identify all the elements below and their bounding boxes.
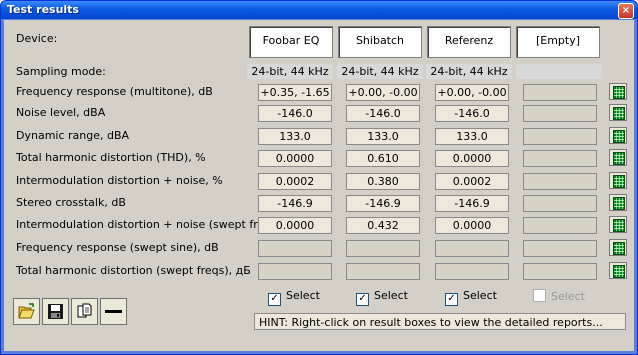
graph-icon [613, 242, 625, 255]
result-box[interactable]: 133.0 [258, 128, 332, 145]
checkbox-empty-icon [533, 289, 546, 302]
graph-button[interactable] [609, 216, 627, 233]
result-box[interactable]: 0.0000 [258, 150, 332, 167]
graph-icon [613, 265, 625, 278]
line-icon [105, 310, 122, 313]
result-box[interactable] [258, 263, 332, 280]
graph-button[interactable] [609, 127, 627, 144]
sampling-value-3: 24-bit, 44 kHz [426, 64, 512, 79]
graph-button[interactable] [609, 104, 627, 121]
graph-button[interactable] [609, 194, 627, 211]
row-label: Total harmonic distortion (swept freqs),… [16, 264, 251, 277]
result-box[interactable] [523, 263, 597, 280]
result-box[interactable]: -146.0 [346, 105, 420, 122]
copy-pages-icon [77, 303, 92, 318]
graph-icon [613, 107, 625, 120]
result-box[interactable] [346, 263, 420, 280]
result-box[interactable] [258, 240, 332, 257]
result-box[interactable]: 133.0 [346, 128, 420, 145]
row-label: Frequency response (swept sine), dB [16, 241, 219, 254]
separator-button[interactable] [100, 298, 127, 325]
sampling-value-4 [516, 64, 602, 79]
select-label: Select [286, 289, 320, 302]
result-box[interactable]: -146.0 [258, 105, 332, 122]
hint-text: HINT: Right-click on result boxes to vie… [254, 313, 626, 330]
device-box-3[interactable]: Referenz [427, 26, 511, 58]
select-checkbox[interactable]: ✓ Select [356, 289, 408, 306]
result-box[interactable] [346, 240, 420, 257]
result-box[interactable] [523, 240, 597, 257]
graph-icon [613, 219, 625, 232]
sampling-label: Sampling mode: [16, 65, 106, 78]
result-box[interactable] [523, 84, 597, 101]
copy-button[interactable] [71, 298, 98, 325]
checkmark-icon[interactable]: ✓ [356, 293, 369, 306]
result-box[interactable]: 0.432 [346, 217, 420, 234]
device-box-1[interactable]: Foobar EQ [249, 26, 333, 58]
checkmark-icon[interactable]: ✓ [268, 293, 281, 306]
result-box[interactable]: -146.9 [258, 195, 332, 212]
result-box[interactable] [435, 240, 509, 257]
result-box[interactable] [523, 105, 597, 122]
result-box[interactable] [523, 173, 597, 190]
graph-icon [613, 86, 625, 99]
row-label: Stereo crosstalk, dB [16, 196, 126, 209]
open-button[interactable] [13, 298, 40, 325]
row-label: Noise level, dBA [16, 106, 106, 119]
result-box[interactable]: -146.9 [435, 195, 509, 212]
save-icon [48, 304, 63, 319]
row-label: Intermodulation distortion + noise, % [16, 174, 223, 187]
window-title: Test results [7, 3, 79, 16]
save-button[interactable] [42, 298, 69, 325]
graph-icon [613, 152, 625, 165]
client-area: Device: Foobar EQ Shibatch Referenz [Emp… [4, 20, 634, 351]
graph-button[interactable] [609, 239, 627, 256]
result-box[interactable] [523, 195, 597, 212]
row-label: Total harmonic distortion (THD), % [16, 151, 206, 164]
row-label: Frequency response (multitone), dB [16, 85, 213, 98]
row-label: Dynamic range, dBA [16, 129, 130, 142]
result-box[interactable]: 0.0000 [435, 217, 509, 234]
result-box[interactable]: 0.0002 [258, 173, 332, 190]
select-checkbox[interactable]: ✓ Select [445, 289, 497, 306]
result-box[interactable]: 0.610 [346, 150, 420, 167]
result-box[interactable]: 133.0 [435, 128, 509, 145]
device-box-2[interactable]: Shibatch [338, 26, 422, 58]
result-box[interactable] [523, 150, 597, 167]
close-button[interactable]: × [618, 3, 634, 19]
graph-icon [613, 175, 625, 188]
row-label: Intermodulation distortion + noise (swep… [16, 218, 299, 231]
graph-icon [613, 197, 625, 210]
result-box[interactable] [435, 263, 509, 280]
graph-button[interactable] [609, 149, 627, 166]
result-box[interactable] [523, 128, 597, 145]
checkmark-icon[interactable]: ✓ [445, 293, 458, 306]
result-box[interactable]: +0.35, -1.65 [258, 84, 332, 101]
device-label: Device: [16, 32, 58, 45]
result-box[interactable]: +0.00, -0.00 [435, 84, 509, 101]
open-folder-icon [18, 303, 35, 319]
result-box[interactable]: -146.0 [435, 105, 509, 122]
test-results-window: Test results × Device: Foobar EQ Shibatc… [0, 0, 638, 355]
graph-button[interactable] [609, 172, 627, 189]
select-checkbox: Select [533, 289, 585, 303]
graph-button[interactable] [609, 262, 627, 279]
result-box[interactable]: -146.9 [346, 195, 420, 212]
sampling-value-1: 24-bit, 44 kHz [247, 64, 333, 79]
result-box[interactable]: 0.0000 [258, 217, 332, 234]
sampling-value-2: 24-bit, 44 kHz [337, 64, 423, 79]
title-bar[interactable]: Test results × [1, 1, 637, 19]
result-box[interactable]: +0.00, -0.00 [346, 84, 420, 101]
select-label: Select [463, 289, 497, 302]
result-box[interactable]: 0.0002 [435, 173, 509, 190]
result-box[interactable] [523, 217, 597, 234]
select-checkbox[interactable]: ✓ Select [268, 289, 320, 306]
select-label: Select [374, 289, 408, 302]
result-box[interactable]: 0.380 [346, 173, 420, 190]
select-label: Select [551, 290, 585, 303]
result-box[interactable]: 0.0000 [435, 150, 509, 167]
graph-icon [613, 130, 625, 143]
graph-button[interactable] [609, 83, 627, 100]
device-box-4[interactable]: [Empty] [516, 26, 600, 58]
